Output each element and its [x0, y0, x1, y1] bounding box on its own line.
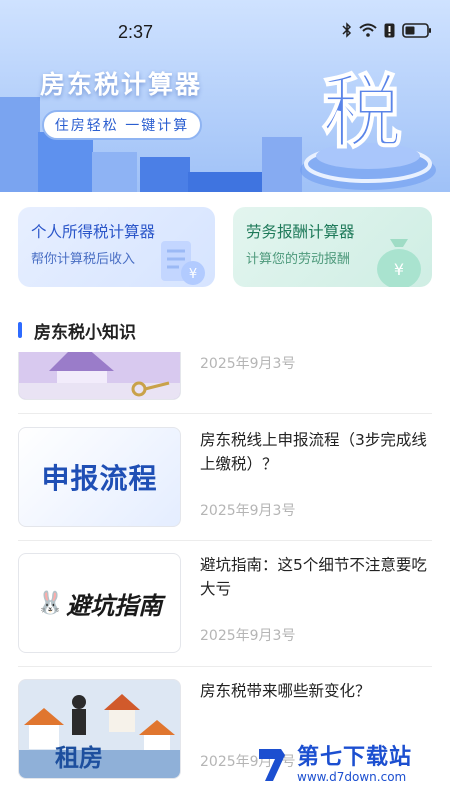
bluetooth-icon [342, 22, 352, 38]
article-list[interactable]: 2025年9月3号 申报流程 房东税线上申报流程（3步完成线上缴税）？ 2025… [0, 352, 450, 800]
section-title: 房东税小知识 [34, 322, 136, 343]
article-title: 房东税带来哪些新变化？ [200, 682, 371, 700]
status-icons [342, 22, 432, 38]
card-title: 劳务报酬计算器 [246, 223, 355, 241]
watermark-url: www.d7down.com [297, 770, 407, 784]
article-thumbnail: 租房 [18, 679, 181, 779]
article-thumbnail: 申报流程 [18, 427, 181, 527]
hero-tagline: 住房轻松 一键计算 [42, 110, 202, 140]
article-date: 2025年9月3号 [200, 628, 296, 644]
article-thumbnail [18, 352, 181, 400]
city-building [0, 97, 40, 192]
card-subtitle: 计算您的劳动报酬 [246, 252, 351, 267]
house-keys-image [19, 352, 180, 399]
thumbnail-text: 避坑指南 [66, 591, 163, 620]
watermark: 第七下载站 www.d7down.com [255, 745, 412, 785]
money-bag-icon: ¥ [377, 239, 421, 287]
status-time: 2:37 [118, 22, 154, 42]
wifi-icon [359, 23, 377, 37]
status-bar: 2:37 [0, 0, 450, 42]
article-date: 2025年9月3号 [200, 503, 296, 519]
labor-remuneration-calculator-card[interactable]: 劳务报酬计算器 计算您的劳动报酬 ¥ [233, 207, 432, 287]
sim-alert-icon [384, 23, 395, 38]
card-title: 个人所得税计算器 [31, 223, 156, 241]
city-building [188, 172, 263, 192]
city-building [92, 152, 137, 192]
hero-banner: 2:37 房东税计算器 住房轻松 一键计算 税 [0, 0, 450, 192]
card-subtitle: 帮你计算税后收入 [31, 252, 136, 267]
section-header: 房东税小知识 [18, 318, 136, 343]
svg-text:¥: ¥ [189, 267, 197, 282]
svg-text:¥: ¥ [394, 260, 404, 279]
watermark-name: 第七下载站 [297, 745, 413, 770]
section-accent-bar [18, 322, 22, 338]
tax-char: 税 [322, 66, 402, 159]
article-title: 避坑指南：这5个细节不注意要吃大亏 [200, 556, 427, 598]
rabbit-icon: 🐰 [36, 590, 65, 616]
hero-title: 房东税计算器 [40, 70, 203, 99]
battery-icon [402, 22, 432, 38]
list-item[interactable]: 2025年9月3号 [0, 352, 450, 400]
d7down-logo [259, 749, 285, 781]
city-building [140, 157, 190, 192]
list-item[interactable]: 申报流程 房东税线上申报流程（3步完成线上缴税）？ 2025年9月3号 [0, 414, 450, 540]
list-item[interactable]: 🐰 避坑指南 避坑指南：这5个细节不注意要吃大亏 2025年9月3号 [0, 541, 450, 667]
receipt-icon: ¥ [161, 241, 205, 285]
thumbnail-text: 申报流程 [41, 462, 158, 495]
income-tax-calculator-card[interactable]: 个人所得税计算器 帮你计算税后收入 ¥ [18, 207, 215, 287]
article-date: 2025年9月3号 [200, 356, 296, 372]
tax-3d-illustration: 税 [300, 65, 436, 190]
city-building [38, 132, 93, 192]
article-thumbnail: 🐰 避坑指南 [18, 553, 181, 653]
article-title: 房东税线上申报流程（3步完成线上缴税）？ [200, 431, 427, 473]
thumbnail-text: 租房 [55, 744, 103, 772]
